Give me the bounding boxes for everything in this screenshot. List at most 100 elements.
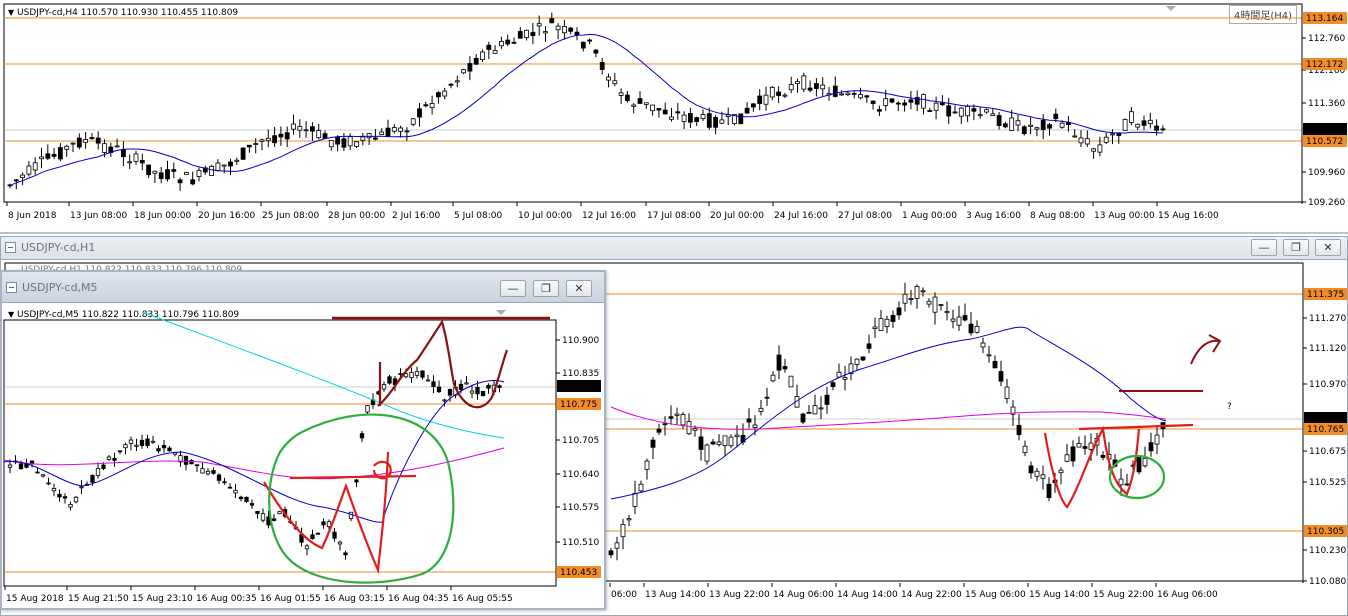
h1-time-label: 15 Aug 06:00: [965, 590, 1026, 600]
h4-chart-window[interactable]: ▼ USDJPY-cd,H4 110.570 110.930 110.455 1…: [0, 0, 1348, 234]
candle-body: [968, 323, 974, 334]
candle-body: [458, 383, 464, 390]
restore-button[interactable]: ❐: [533, 280, 559, 297]
candle-body: [95, 467, 101, 476]
restore-button[interactable]: ❐: [1283, 239, 1309, 256]
m5-price-badge: 110.775: [560, 400, 597, 410]
candle-body: [102, 143, 107, 153]
candle-body: [158, 172, 164, 180]
h1-price-badge: 111.375: [1307, 290, 1344, 300]
candle-body: [782, 94, 788, 97]
candle-body: [222, 481, 227, 484]
candle-body: [795, 81, 800, 84]
h1-time-label: 06:00: [611, 590, 637, 600]
candle-body: [436, 386, 442, 393]
candle-body: [1154, 434, 1160, 445]
h1-window-title: USDJPY-cd,H1: [21, 241, 96, 254]
candle-body: [971, 108, 977, 112]
candle-body: [240, 147, 246, 160]
candle-body: [620, 524, 626, 538]
candle-body: [486, 44, 492, 50]
candle-body: [442, 399, 447, 402]
candle-body: [599, 62, 605, 70]
candle-body: [530, 31, 536, 37]
candle-body: [150, 440, 156, 443]
candle-body: [562, 26, 567, 34]
candle-body: [889, 98, 895, 103]
candle-body: [387, 376, 392, 384]
candle-body: [454, 80, 460, 83]
candle-body: [883, 98, 889, 106]
candle-body: [475, 386, 480, 395]
minimize-button[interactable]: —: [500, 280, 526, 297]
candle-body: [215, 162, 221, 171]
h1-time-label: 15 Aug 22:00: [1093, 590, 1154, 600]
candle-body: [614, 542, 620, 549]
candle-body: [650, 104, 655, 112]
h4-price-badge: 113.164: [1306, 14, 1343, 24]
candle-body: [473, 57, 479, 65]
candle-body: [719, 119, 725, 124]
m5-time-label: 16 Aug 00:35: [196, 594, 257, 604]
h4-time-label: 25 Jun 08:00: [262, 211, 319, 221]
candle-body: [1118, 478, 1124, 486]
candle-body: [644, 460, 650, 470]
candle-body: [156, 448, 161, 452]
candle-body: [1021, 126, 1027, 135]
candle-body: [694, 117, 700, 122]
candle-body: [543, 31, 548, 34]
candle-body: [183, 455, 189, 465]
candle-body: [890, 315, 896, 322]
candle-body: [992, 360, 998, 369]
m5-moving-average-cyan-line: [141, 311, 505, 439]
candle-body: [1022, 445, 1028, 454]
candle-body: [1142, 457, 1148, 467]
candle-body: [776, 91, 781, 96]
candle-body: [625, 94, 630, 101]
candle-body: [938, 304, 944, 306]
candle-body: [196, 169, 202, 177]
candle-body: [228, 161, 233, 167]
candle-body: [1003, 123, 1008, 128]
h4-time-label: 3 Aug 16:00: [966, 211, 1021, 221]
h1-time-label: 14 Aug 22:00: [901, 590, 962, 600]
candle-body: [70, 142, 76, 145]
candle-body: [1028, 465, 1034, 474]
candle-body: [877, 109, 882, 112]
m5-price-chart[interactable]: 110.900 110.835 110.705 110.640 110.575 110.5…: [2, 302, 604, 608]
h1-price-badge: 110.765: [1307, 425, 1344, 435]
candle-body: [722, 435, 728, 446]
h4-time-label: 2 Jul 16:00: [392, 211, 441, 221]
candle-body: [354, 479, 359, 483]
m5-chart-window[interactable]: USDJPY-cd,M5 — ❐ ✕ ▼ USDJPY-cd,M5 110.82…: [0, 270, 606, 610]
candle-body: [58, 147, 63, 160]
h4-price-chart[interactable]: 112.760112.160111.360109.960109.260113.1…: [0, 0, 1348, 232]
candle-body: [1154, 125, 1159, 131]
candle-body: [146, 164, 152, 176]
close-button[interactable]: ✕: [1315, 239, 1341, 256]
candle-body: [435, 92, 441, 98]
h1-titlebar[interactable]: USDJPY-cd,H1 — ❐ ✕: [1, 237, 1347, 260]
candle-body: [492, 50, 498, 54]
candle-body: [372, 137, 378, 140]
candle-body: [284, 132, 290, 140]
candle-body: [776, 354, 782, 371]
candle-body: [134, 444, 139, 447]
h4-time-label: 20 Jul 00:00: [710, 211, 764, 221]
candle-body: [958, 107, 964, 117]
candle-body: [830, 382, 836, 387]
minimize-button[interactable]: —: [1251, 239, 1277, 256]
candle-body: [706, 113, 712, 128]
candle-body: [1015, 120, 1021, 126]
candle-body: [1047, 124, 1052, 129]
candle-body: [1136, 456, 1142, 473]
candle-body: [824, 394, 830, 405]
h4-price-badge: 112.172: [1306, 60, 1343, 70]
m5-titlebar[interactable]: USDJPY-cd,M5 — ❐ ✕: [2, 272, 604, 303]
close-button[interactable]: ✕: [566, 280, 592, 297]
candle-body: [278, 133, 284, 138]
candle-body: [845, 92, 851, 95]
candle-body: [688, 113, 693, 123]
candle-body: [409, 371, 414, 379]
candle-body: [782, 366, 788, 370]
